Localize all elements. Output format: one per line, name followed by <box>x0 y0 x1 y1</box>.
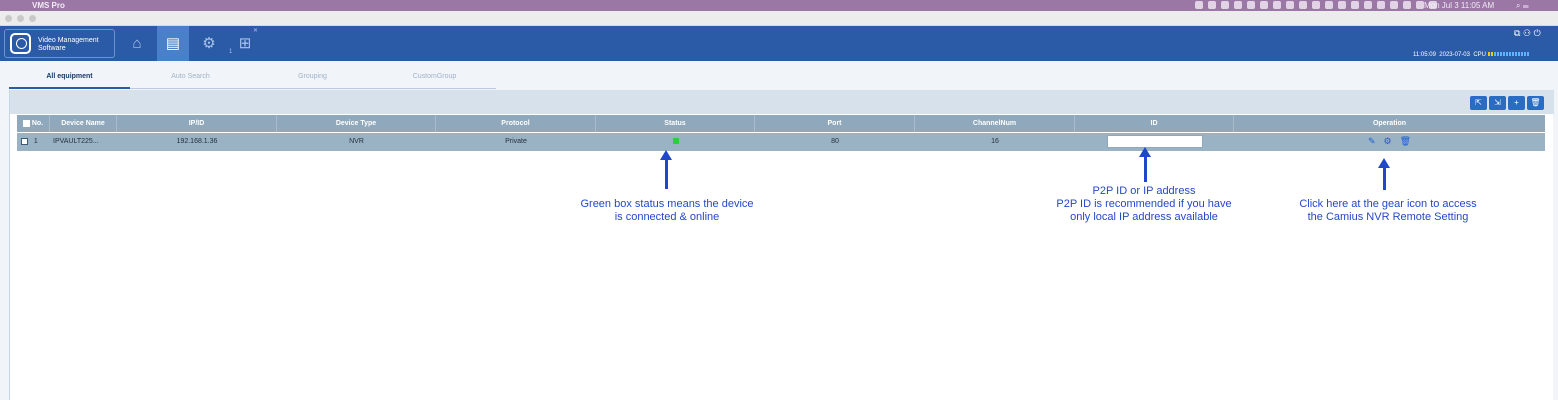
header-id[interactable]: ID <box>1075 115 1234 132</box>
header-ip-id[interactable]: IP/ID <box>117 115 277 132</box>
app-header: Video Management Software ⌂ ▤ ⚙ ⊞ 1 ✕ ⧉⚇… <box>0 26 1558 61</box>
row-checkbox[interactable] <box>21 137 28 145</box>
zoom-window-button[interactable] <box>29 15 36 22</box>
tab-all-equipment[interactable]: All equipment <box>9 67 130 89</box>
layout-icon[interactable]: ⊞ 1 ✕ <box>229 26 261 61</box>
macos-menu-bar: VMS Pro Mon Jul 3 11:05 AM ⌕ ☰ <box>0 0 1558 11</box>
edit-icon[interactable]: ✎ <box>1368 133 1376 150</box>
tab-bar: All equipment Auto Search Grouping Custo… <box>9 67 496 89</box>
table-row[interactable]: 1 IPVAULT225... 192.168.1.36 NVR Private… <box>17 133 1545 151</box>
header-device-name[interactable]: Device Name <box>50 115 117 132</box>
menu-tray-icons[interactable] <box>1195 1 1437 10</box>
tab-customgroup[interactable]: CustomGroup <box>374 67 495 89</box>
header-select-all[interactable]: No. <box>17 115 50 132</box>
status-annotation: Green box status means the device is con… <box>580 198 754 223</box>
export-icon[interactable]: ⇱ <box>1470 96 1487 110</box>
add-icon[interactable]: + <box>1508 96 1525 110</box>
status-arrow <box>660 150 672 189</box>
search-icon[interactable]: ⌕ ☰ <box>1516 0 1529 11</box>
menu-app-name[interactable]: VMS Pro <box>32 0 65 11</box>
layout-count: 1 <box>229 49 233 55</box>
panel-toolbar: ⇱ ⇲ + 🗑 <box>10 90 1554 114</box>
header-port[interactable]: Port <box>755 115 915 132</box>
logo-title: Video Management <box>38 37 99 44</box>
cpu-label: CPU <box>1473 52 1486 58</box>
menu-clock[interactable]: Mon Jul 3 11:05 AM <box>1424 0 1494 11</box>
device-list-icon[interactable]: ▤ <box>157 26 189 61</box>
close-window-button[interactable] <box>5 15 12 22</box>
operation-arrow <box>1378 158 1390 190</box>
header-status[interactable]: Status <box>596 115 755 132</box>
header-window-icons[interactable]: ⧉⚇⏻ <box>1514 28 1544 39</box>
header-time: 11:05:09 <box>1413 52 1436 58</box>
vms-logo-icon <box>10 33 31 54</box>
cpu-usage-bar <box>1487 52 1530 57</box>
header-protocol[interactable]: Protocol <box>436 115 596 132</box>
header-date: 2023-07-03 <box>1439 52 1470 58</box>
table-header: No. Device Name IP/ID Device Type Protoc… <box>17 115 1545 132</box>
app-logo: Video Management Software <box>4 29 115 58</box>
window-titlebar <box>0 11 1558 26</box>
minimize-window-button[interactable] <box>17 15 24 22</box>
header-device-type[interactable]: Device Type <box>277 115 436 132</box>
status-online-indicator <box>672 138 679 145</box>
cell-operation: ✎ ⚙ 🗑 <box>1234 133 1545 151</box>
gear-icon[interactable]: ⚙ <box>1384 133 1392 150</box>
select-all-checkbox[interactable] <box>22 119 30 127</box>
header-status: 11:05:09 2023-07-03 CPU <box>1413 52 1530 59</box>
settings-icon[interactable]: ⚙ <box>193 26 225 61</box>
header-operation[interactable]: Operation <box>1234 115 1545 132</box>
logo-subtitle: Software <box>38 45 66 52</box>
home-icon[interactable]: ⌂ <box>121 26 153 61</box>
id-annotation: P2P ID or IP address P2P ID is recommend… <box>1056 185 1232 223</box>
header-channelnum[interactable]: ChannelNum <box>915 115 1075 132</box>
id-field[interactable] <box>1106 134 1203 148</box>
tab-auto-search[interactable]: Auto Search <box>130 67 251 89</box>
cell-port: 80 <box>831 138 839 145</box>
cell-status <box>596 133 755 151</box>
cell-id <box>1075 133 1234 151</box>
main-content: All equipment Auto Search Grouping Custo… <box>0 61 1558 400</box>
device-panel: ⇱ ⇲ + 🗑 No. Device Name IP/ID Device Typ… <box>9 90 1554 400</box>
row-select[interactable]: 1 <box>17 133 50 151</box>
trash-icon[interactable]: 🗑 <box>1400 133 1411 150</box>
cell-channelnum: 16 <box>991 138 999 145</box>
tab-grouping[interactable]: Grouping <box>252 67 373 89</box>
cell-device-type: NVR <box>349 138 364 145</box>
cell-protocol: Private <box>505 138 527 145</box>
close-icon[interactable]: ✕ <box>253 28 258 34</box>
import-icon[interactable]: ⇲ <box>1489 96 1506 110</box>
delete-icon[interactable]: 🗑 <box>1527 96 1544 110</box>
cell-device-name: IPVAULT225... <box>53 138 99 145</box>
id-arrow <box>1139 147 1151 182</box>
cell-ip-id: 192.168.1.36 <box>176 138 218 145</box>
operation-annotation: Click here at the gear icon to access th… <box>1299 198 1477 223</box>
